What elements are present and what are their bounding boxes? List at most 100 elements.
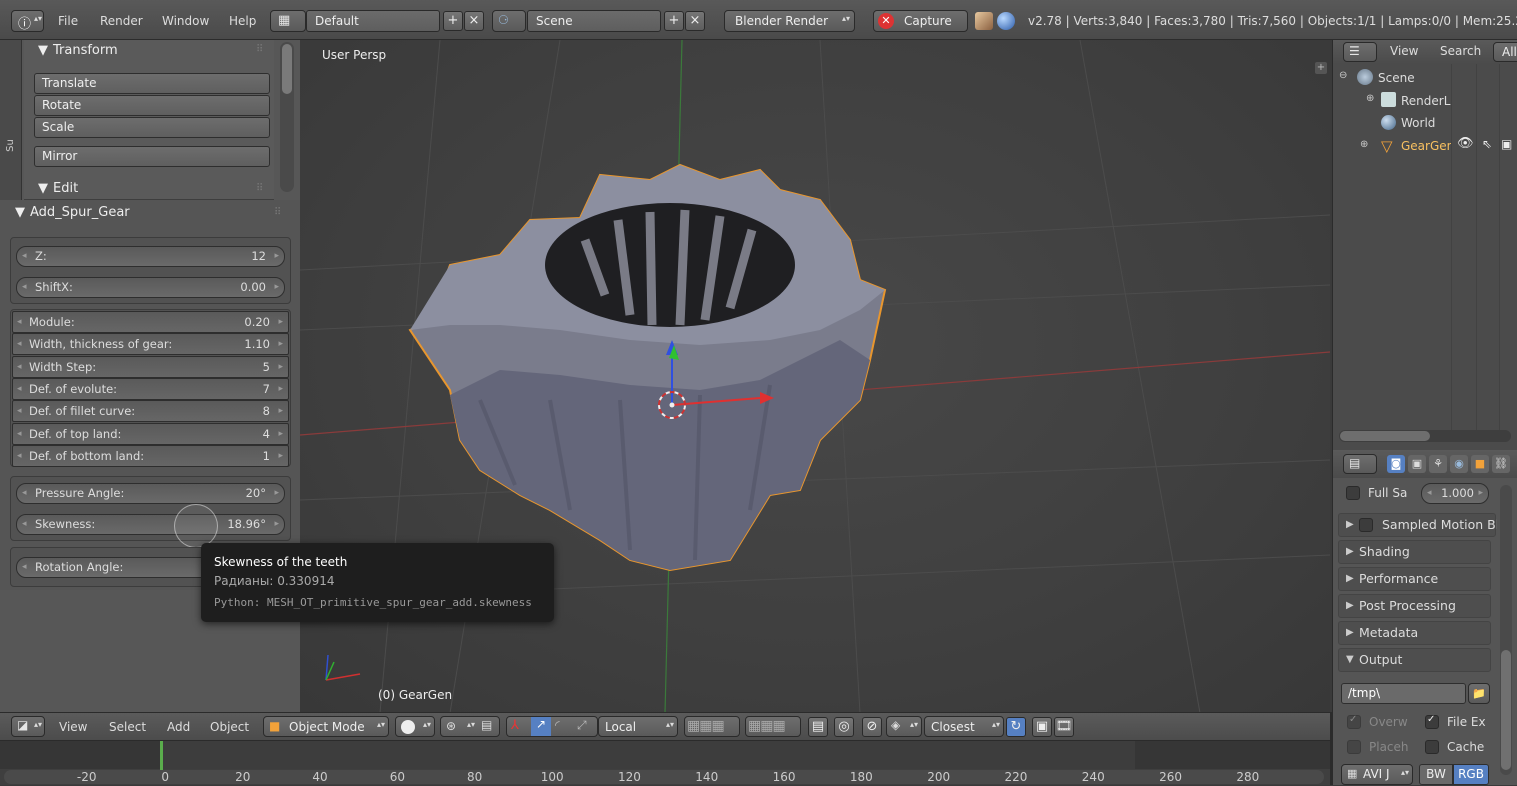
- editor-type-button[interactable]: ▤: [1343, 454, 1377, 474]
- editor-type-button[interactable]: ◪ ▴▾: [11, 716, 45, 737]
- teeth-count-field[interactable]: ◂ Z: 12 ▸: [16, 246, 285, 267]
- expand-icon[interactable]: ⊕: [1366, 93, 1374, 104]
- rotate-manipulator-icon[interactable]: ◜: [555, 718, 560, 732]
- outliner-item-scene[interactable]: Scene: [1378, 71, 1415, 85]
- world-tab-icon[interactable]: ◉: [1450, 455, 1468, 473]
- outliner-item-renderlayers[interactable]: RenderLa: [1401, 94, 1451, 108]
- close-layout-icon[interactable]: ×: [464, 11, 484, 31]
- translate-manipulator-icon[interactable]: ↗: [531, 717, 551, 736]
- properties-scrollbar[interactable]: [1500, 485, 1512, 775]
- translate-button[interactable]: Translate: [34, 73, 270, 94]
- render-animation-icon[interactable]: 🎞: [1054, 717, 1074, 737]
- current-frame-marker[interactable]: [160, 741, 163, 771]
- menu-file[interactable]: File: [58, 14, 78, 28]
- scene-tab-icon[interactable]: ⚘: [1429, 455, 1447, 473]
- full-sample-value[interactable]: ◂ 1.000 ▸: [1421, 483, 1489, 504]
- tool-shelf-scrollbar[interactable]: [280, 42, 294, 192]
- scrollbar-thumb[interactable]: [282, 44, 292, 94]
- file-extensions-checkbox[interactable]: ✓: [1425, 714, 1439, 729]
- panel-metadata[interactable]: ▶ Metadata: [1338, 621, 1491, 645]
- outliner-view-menu[interactable]: View: [1390, 44, 1418, 58]
- timeline[interactable]: -20 0 20 40 60 80 100 120 140 160 180 200 220 240 260 2…: [0, 740, 1332, 785]
- folder-icon[interactable]: 📁: [1468, 683, 1490, 704]
- capture-button[interactable]: ✕ Capture: [873, 10, 968, 32]
- collapse-arrow-icon[interactable]: ▼: [38, 181, 48, 196]
- expand-icon[interactable]: ⊕: [1360, 139, 1368, 150]
- menu-render[interactable]: Render: [100, 14, 143, 28]
- orientation-select[interactable]: Local ▴▾: [598, 716, 678, 737]
- screen-layout-icon[interactable]: ▦: [270, 10, 306, 32]
- outliner-item-geargen[interactable]: GearGen: [1401, 139, 1451, 153]
- tool-shelf-tab[interactable]: Su: [5, 139, 16, 152]
- rotate-button[interactable]: Rotate: [34, 95, 270, 116]
- full-sample-checkbox[interactable]: [1346, 486, 1360, 500]
- cache-checkbox[interactable]: [1425, 740, 1439, 754]
- eye-icon[interactable]: 👁: [1457, 136, 1474, 151]
- drag-handle-icon[interactable]: ⠿: [274, 207, 281, 218]
- scrollbar-thumb[interactable]: [1501, 650, 1511, 770]
- layers-group-1[interactable]: ▦▦▦: [684, 716, 740, 737]
- color-rgb-toggle[interactable]: RGB: [1453, 764, 1489, 785]
- shading-select[interactable]: ▴▾: [395, 716, 435, 737]
- render-still-icon[interactable]: ▣: [1032, 717, 1052, 737]
- render-layers-tab-icon[interactable]: ▣: [1408, 455, 1426, 473]
- gear-param-field[interactable]: ◂ Width Step: 5 ▸: [12, 355, 289, 378]
- scene-field[interactable]: Scene: [527, 10, 661, 32]
- collapse-arrow-icon[interactable]: ▼: [15, 205, 25, 220]
- manipulator-toggle-icon[interactable]: ⅄: [511, 718, 519, 733]
- panel-shading[interactable]: ▶ Shading: [1338, 540, 1491, 564]
- gear-param-field[interactable]: ◂ Def. of fillet curve: 8 ▸: [12, 400, 289, 423]
- gear-param-field[interactable]: ◂ Width, thickness of gear: 1.10 ▸: [12, 333, 289, 356]
- outliner-search-menu[interactable]: Search: [1440, 44, 1481, 58]
- camera-render-icon[interactable]: ▣: [1501, 137, 1512, 151]
- panel-output[interactable]: ▼ Output: [1338, 648, 1491, 672]
- snap-toggle-icon[interactable]: ⊘: [862, 717, 882, 737]
- panel-sampled-motion-blur[interactable]: ▶ Sampled Motion Bl: [1338, 513, 1497, 537]
- scale-manipulator-icon[interactable]: ⤢: [577, 718, 587, 733]
- proportional-edit-icon[interactable]: ◎: [834, 717, 854, 737]
- file-format-select[interactable]: ▦ AVI J ▴▾: [1341, 764, 1413, 785]
- menu-view[interactable]: View: [59, 720, 87, 734]
- object-tab-icon[interactable]: ■: [1471, 455, 1489, 473]
- drag-handle-icon[interactable]: ⠿: [256, 44, 263, 55]
- scrollbar-thumb[interactable]: [1340, 431, 1430, 441]
- outliner-scrollbar[interactable]: [1339, 430, 1511, 442]
- mirror-button[interactable]: Mirror: [34, 146, 270, 167]
- editor-type-button[interactable]: ⓘ ▴▾: [11, 10, 44, 32]
- pivot-select[interactable]: ⊛ ▴▾ ▤: [440, 716, 500, 737]
- menu-add[interactable]: Add: [167, 720, 190, 734]
- pressure-angle-field[interactable]: ◂ Pressure Angle: 20° ▸: [16, 483, 285, 504]
- render-engine-select[interactable]: Blender Render ▴▾: [724, 10, 855, 32]
- placeholders-checkbox[interactable]: [1347, 740, 1361, 754]
- drag-handle-icon[interactable]: ⠿: [256, 183, 263, 194]
- menu-select[interactable]: Select: [109, 720, 146, 734]
- collapse-icon[interactable]: ⊖: [1339, 70, 1347, 81]
- screen-layout-field[interactable]: Default: [306, 10, 440, 32]
- add-scene-icon[interactable]: +: [664, 11, 684, 31]
- render-tab-icon[interactable]: ◙: [1387, 455, 1405, 473]
- mode-select[interactable]: ■ Object Mode ▴▾: [263, 716, 389, 737]
- skewness-field[interactable]: ◂ Skewness: 18.96° ▸: [16, 514, 285, 535]
- menu-help[interactable]: Help: [229, 14, 256, 28]
- panel-post-processing[interactable]: ▶ Post Processing: [1338, 594, 1491, 618]
- outliner-item-world[interactable]: World: [1401, 116, 1435, 130]
- snap-element-select[interactable]: ◈ ▴▾: [886, 716, 922, 737]
- menu-object[interactable]: Object: [210, 720, 249, 734]
- outliner-filter-select[interactable]: All: [1493, 42, 1517, 62]
- close-scene-icon[interactable]: ×: [685, 11, 705, 31]
- panel-performance[interactable]: ▶ Performance: [1338, 567, 1491, 591]
- color-bw-toggle[interactable]: BW: [1419, 764, 1453, 785]
- gear-param-field[interactable]: ◂ Def. of evolute: 7 ▸: [12, 377, 289, 400]
- constraints-tab-icon[interactable]: ⛓: [1492, 455, 1510, 473]
- overwrite-checkbox[interactable]: ✓: [1347, 714, 1361, 729]
- collapse-arrow-icon[interactable]: ▼: [38, 43, 48, 58]
- snap-align-icon[interactable]: ↻: [1006, 717, 1026, 737]
- editor-type-button[interactable]: ☰: [1343, 42, 1377, 62]
- scale-button[interactable]: Scale: [34, 117, 270, 138]
- snap-target-select[interactable]: Closest ▴▾: [924, 716, 1004, 737]
- gear-param-field[interactable]: ◂ Def. of top land: 4 ▸: [12, 422, 289, 445]
- layers-group-2[interactable]: ▦▦▦: [745, 716, 801, 737]
- shiftx-field[interactable]: ◂ ShiftX: 0.00 ▸: [16, 277, 285, 298]
- gear-param-field[interactable]: ◂ Def. of bottom land: 1 ▸: [12, 444, 289, 467]
- add-layout-icon[interactable]: +: [443, 11, 463, 31]
